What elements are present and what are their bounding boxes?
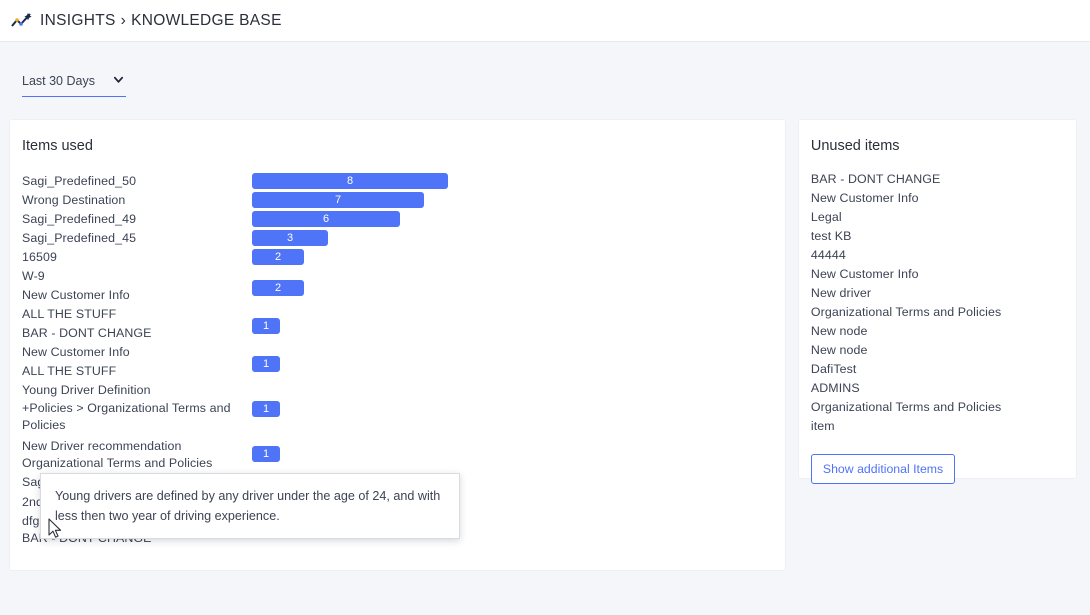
chart-row-label: Wrong Destination bbox=[22, 193, 126, 207]
top-header-bar: INSIGHTS › KNOWLEDGE BASE bbox=[0, 0, 1090, 42]
unused-list-item[interactable]: test KB bbox=[811, 227, 1076, 246]
chart-bar[interactable]: 1 bbox=[252, 318, 280, 334]
chart-row-label: W-9 bbox=[22, 269, 45, 283]
unused-list-item[interactable]: New node bbox=[811, 341, 1076, 360]
unused-list-item[interactable]: Organizational Terms and Policies bbox=[811, 303, 1076, 322]
chart-row-label: BAR - DONT CHANGE bbox=[22, 326, 152, 340]
chart-row[interactable]: ALL THE STUFF bbox=[10, 305, 785, 324]
date-range-select[interactable]: Last 30 Days bbox=[22, 72, 126, 97]
unused-list-item[interactable]: 44444 bbox=[811, 246, 1076, 265]
chart-row-label: Sagi_Predefined_45 bbox=[22, 231, 137, 245]
unused-list-item[interactable]: New Customer Info bbox=[811, 189, 1076, 208]
unused-list-item[interactable]: DafiTest bbox=[811, 360, 1076, 379]
chart-row[interactable]: Wrong Destination 7 bbox=[10, 191, 785, 210]
chart-row-label: New Customer Info bbox=[22, 345, 130, 359]
chart-row-label: Young Driver Definition bbox=[22, 383, 151, 397]
unused-list-item[interactable]: Organizational Terms and Policies bbox=[811, 398, 1076, 417]
chart-row[interactable]: +Policies > Organizational Terms and Pol… bbox=[10, 400, 785, 432]
items-used-card: Items used Sagi_Predefined_50 8 Wrong Dest… bbox=[10, 120, 785, 570]
chart-bar[interactable]: 6 bbox=[252, 211, 400, 227]
chart-row-label: +Policies > Organizational Terms and Pol… bbox=[22, 401, 231, 432]
chart-row-label: ALL THE STUFF bbox=[22, 364, 117, 378]
chart-bar[interactable]: 2 bbox=[252, 280, 304, 296]
chart-bar[interactable]: 7 bbox=[252, 192, 424, 208]
chart-row[interactable]: BAR - DONT CHANGE 1 bbox=[10, 318, 785, 343]
filter-bar: Last 30 Days bbox=[0, 42, 1090, 120]
chart-row[interactable]: ALL THE STUFF 1 bbox=[10, 356, 785, 381]
chart-row-label: Sagi_Predefined_50 bbox=[22, 174, 137, 188]
unused-list-item[interactable]: New Customer Info bbox=[811, 265, 1076, 284]
breadcrumb-page: KNOWLEDGE BASE bbox=[131, 11, 282, 29]
chart-row[interactable]: Organizational Terms and Policies 1 bbox=[10, 446, 785, 473]
items-used-title: Items used bbox=[22, 138, 93, 154]
unused-list-item[interactable]: New driver bbox=[811, 284, 1076, 303]
chart-row[interactable]: Sagi_Predefined_50 8 bbox=[10, 172, 785, 191]
cards-container: Items used Sagi_Predefined_50 8 Wrong Dest… bbox=[0, 120, 1090, 570]
date-range-value: Last 30 Days bbox=[22, 74, 95, 88]
chart-row-label: 16509 bbox=[22, 250, 57, 264]
unused-items-title: Unused items bbox=[810, 138, 900, 154]
chart-row[interactable]: 16509 2 bbox=[10, 248, 785, 267]
chart-row[interactable]: Young Driver Definition bbox=[10, 381, 785, 400]
breadcrumb-separator: › bbox=[120, 11, 127, 29]
chart-row-label: Organizational Terms and Policies bbox=[22, 456, 213, 470]
chart-bar[interactable]: 1 bbox=[252, 401, 280, 417]
analytics-line-chart-icon bbox=[10, 11, 32, 31]
breadcrumb: INSIGHTS › KNOWLEDGE BASE bbox=[40, 12, 282, 30]
chart-row[interactable]: Sagi_Predefined_49 6 bbox=[10, 210, 785, 229]
unused-items-card: Unused items BAR - DONT CHANGE New Custom… bbox=[798, 120, 1076, 484]
chart-bar[interactable]: 1 bbox=[252, 446, 280, 462]
chart-row-label: ALL THE STUFF bbox=[22, 307, 117, 321]
unused-items-list: BAR - DONT CHANGE New Customer Info Legal t… bbox=[799, 154, 1076, 436]
chart-row[interactable]: Sagi_Predefined_45 3 bbox=[10, 229, 785, 248]
chart-row[interactable]: New Customer Info bbox=[10, 343, 785, 362]
chart-tooltip: Young drivers are defined by any driver … bbox=[40, 473, 460, 539]
unused-list-item[interactable]: item bbox=[811, 417, 1076, 436]
unused-list-item[interactable]: BAR - DONT CHANGE bbox=[811, 170, 1076, 189]
chart-row-label: New Customer Info bbox=[22, 288, 130, 302]
unused-list-item[interactable]: Legal bbox=[811, 208, 1076, 227]
chevron-down-icon bbox=[113, 72, 124, 83]
chart-bar[interactable]: 1 bbox=[252, 356, 280, 372]
chart-row-label: Sagi_Predefined_49 bbox=[22, 212, 137, 226]
unused-list-item[interactable]: New node bbox=[811, 322, 1076, 341]
chart-bar[interactable]: 3 bbox=[252, 230, 328, 246]
chart-bar[interactable]: 2 bbox=[252, 249, 304, 265]
chart-bar[interactable]: 8 bbox=[252, 173, 448, 189]
unused-list-item[interactable]: ADMINS bbox=[811, 379, 1076, 398]
chart-row[interactable]: New Customer Info 2 bbox=[10, 280, 785, 305]
show-additional-items-button[interactable]: Show additional Items bbox=[810, 454, 956, 484]
mouse-pointer-icon bbox=[48, 518, 62, 539]
chart-row[interactable]: W-9 bbox=[10, 267, 785, 286]
breadcrumb-section[interactable]: INSIGHTS bbox=[40, 12, 116, 29]
